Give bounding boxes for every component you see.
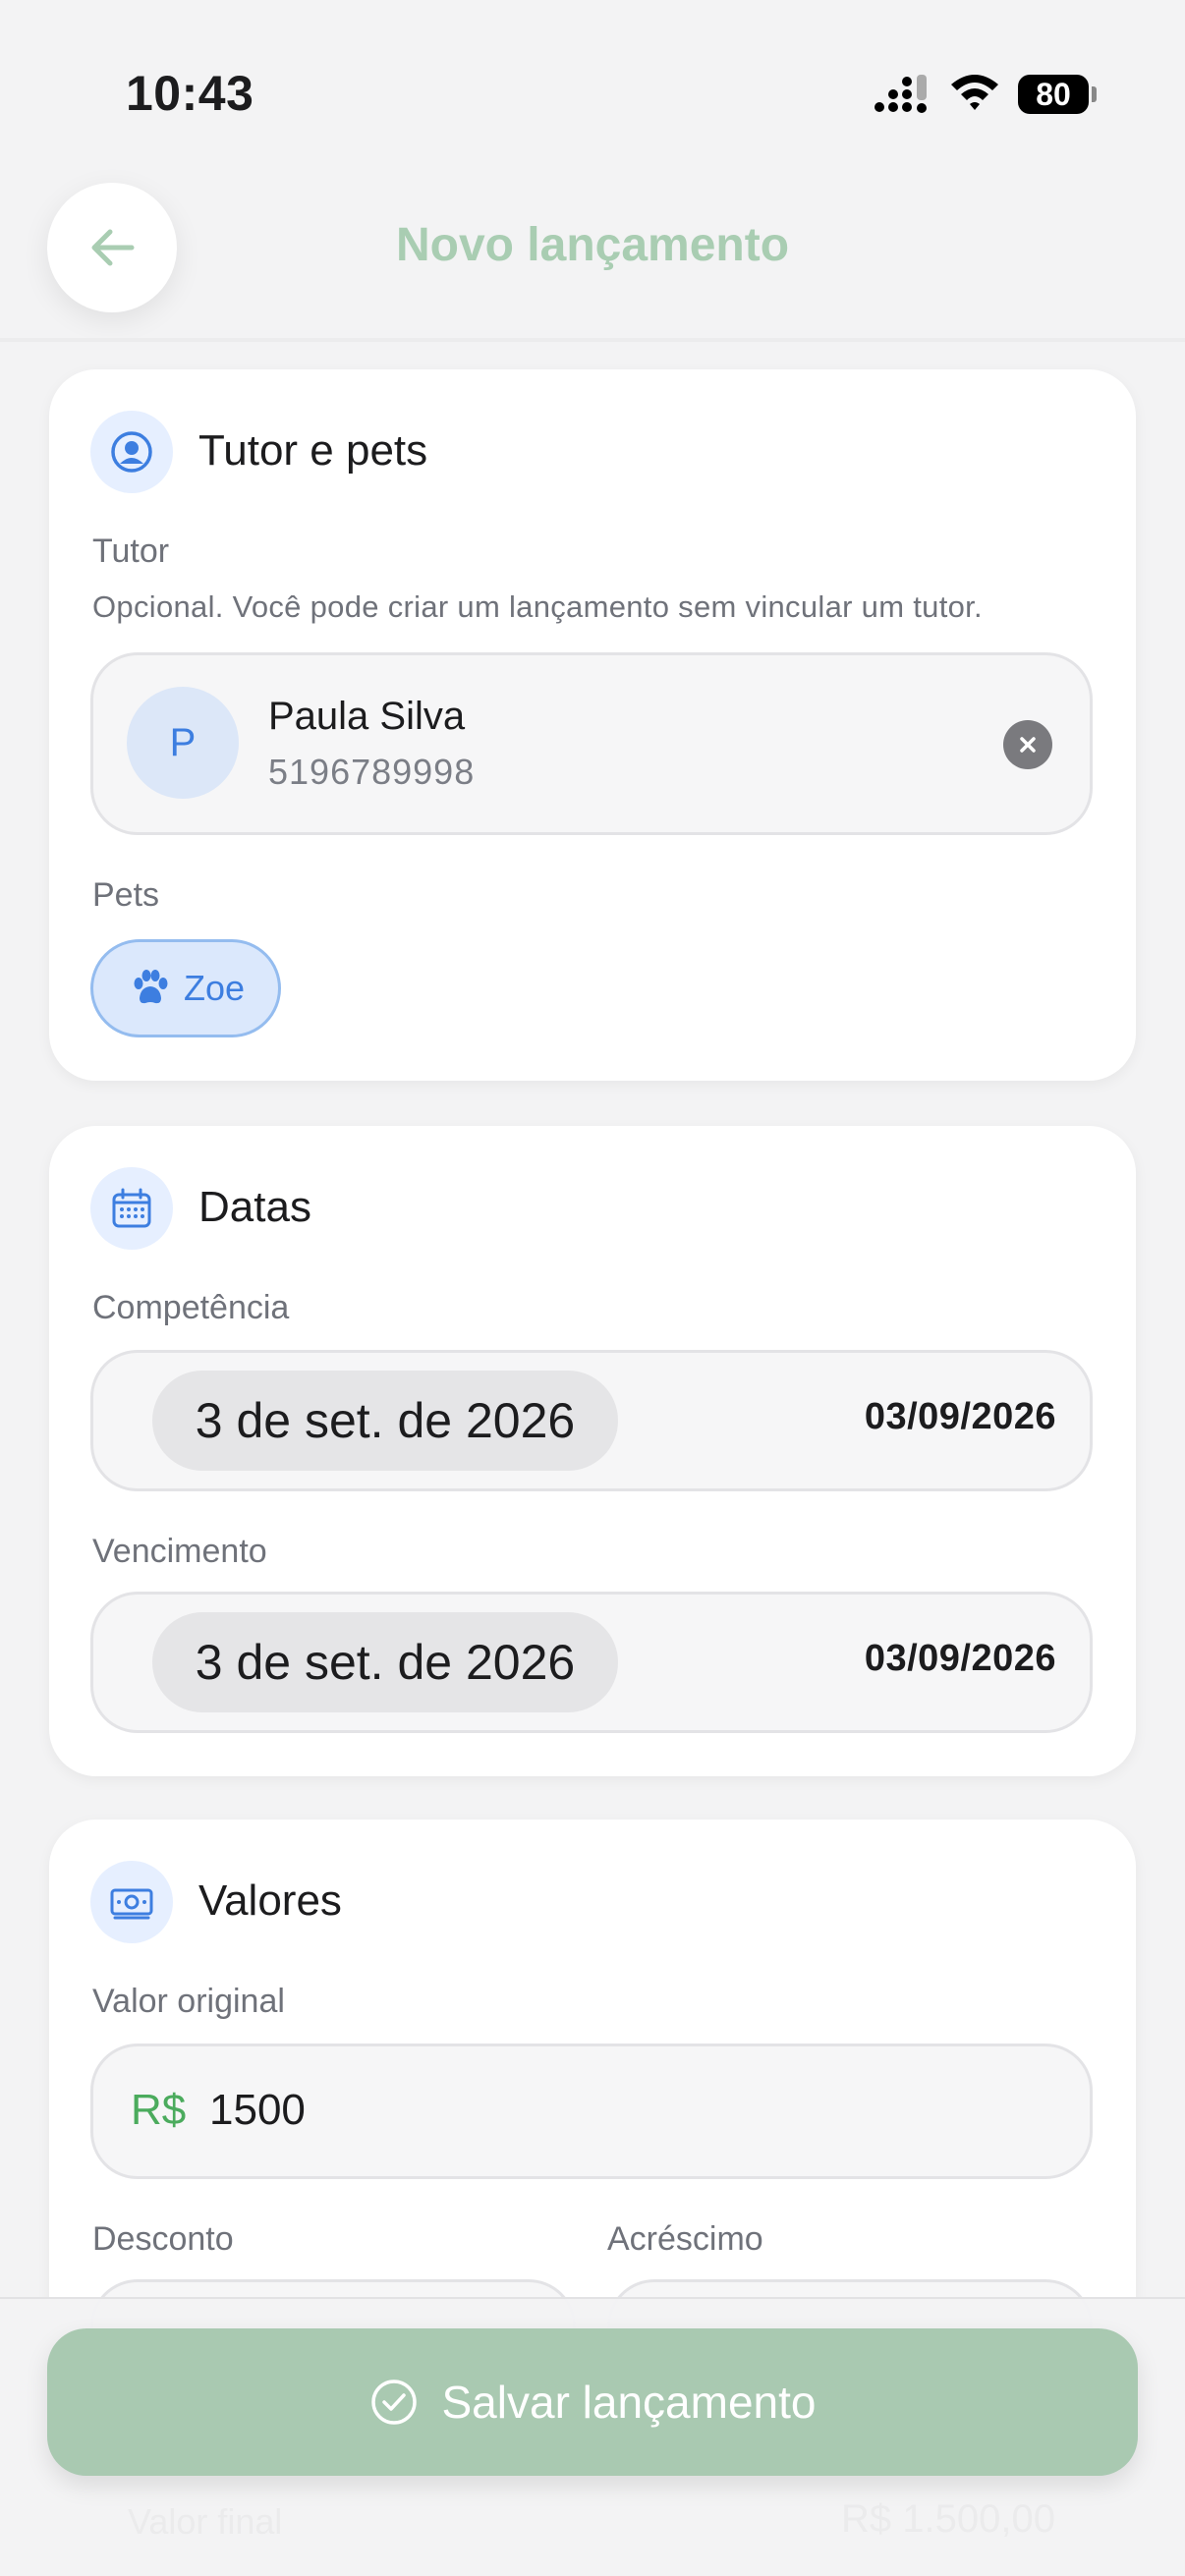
competencia-label: Competência bbox=[92, 1289, 290, 1326]
valor-original-input[interactable]: R$ 1500 bbox=[90, 2044, 1093, 2179]
person-circle-icon bbox=[90, 411, 173, 493]
vencimento-date-picker[interactable]: 3 de set. de 2026 bbox=[152, 1612, 618, 1712]
valor-final-label: Valor final bbox=[128, 2501, 283, 2542]
vencimento-value: 03/09/2026 bbox=[864, 1638, 1056, 1679]
tutor-phone: 5196789998 bbox=[268, 752, 476, 792]
competencia-field[interactable]: 3 de set. de 2026 03/09/2026 bbox=[90, 1350, 1093, 1491]
screen: 10:43 80 Novo lançamento Tutor e pets Tu… bbox=[0, 0, 1185, 2576]
avatar: P bbox=[127, 687, 239, 799]
pets-label: Pets bbox=[92, 876, 160, 914]
vencimento-label: Vencimento bbox=[92, 1533, 267, 1570]
calendar-icon bbox=[90, 1167, 173, 1250]
competencia-value: 03/09/2026 bbox=[864, 1396, 1056, 1437]
pet-name: Zoe bbox=[184, 968, 246, 1008]
battery-level: 80 bbox=[1036, 77, 1071, 112]
tutor-name: Paula Silva bbox=[268, 695, 466, 738]
status-bar: 10:43 80 bbox=[0, 0, 1185, 147]
valor-final-value: R$ 1.500,00 bbox=[841, 2497, 1055, 2541]
clear-tutor-button[interactable] bbox=[1003, 720, 1052, 769]
save-button[interactable]: Salvar lançamento bbox=[47, 2328, 1138, 2476]
status-time: 10:43 bbox=[126, 66, 254, 121]
valor-original-value: 1500 bbox=[209, 2086, 306, 2134]
vencimento-field[interactable]: 3 de set. de 2026 03/09/2026 bbox=[90, 1592, 1093, 1733]
paw-icon bbox=[134, 970, 168, 1004]
page-title: Novo lançamento bbox=[395, 219, 790, 271]
save-button-label: Salvar lançamento bbox=[441, 2377, 817, 2428]
card-title-valores: Valores bbox=[198, 1876, 342, 1925]
card-title-tutor: Tutor e pets bbox=[198, 426, 428, 475]
competencia-date-picker[interactable]: 3 de set. de 2026 bbox=[152, 1371, 618, 1471]
valor-original-label: Valor original bbox=[92, 1983, 285, 2020]
tutor-help-text: Opcional. Você pode criar um lançamento … bbox=[92, 589, 983, 624]
wifi-icon bbox=[951, 75, 998, 110]
tutor-selector[interactable]: P Paula Silva 5196789998 bbox=[90, 652, 1093, 835]
tutor-label: Tutor bbox=[92, 532, 170, 570]
dates-card: Datas Competência 3 de set. de 2026 03/0… bbox=[49, 1126, 1136, 1776]
desconto-label: Desconto bbox=[92, 2220, 234, 2258]
close-icon bbox=[1020, 737, 1036, 753]
header-divider bbox=[0, 338, 1185, 342]
currency-prefix: R$ bbox=[131, 2086, 187, 2134]
tutor-pets-card: Tutor e pets Tutor Opcional. Você pode c… bbox=[49, 369, 1136, 1081]
acrescimo-label: Acréscimo bbox=[607, 2220, 763, 2258]
banknote-icon bbox=[90, 1861, 173, 1943]
battery-indicator: 80 bbox=[1018, 75, 1097, 114]
check-circle-icon bbox=[370, 2380, 417, 2425]
card-title-datas: Datas bbox=[198, 1183, 311, 1231]
cellular-signal-icon bbox=[875, 75, 927, 113]
pet-chip[interactable]: Zoe bbox=[90, 939, 281, 1037]
